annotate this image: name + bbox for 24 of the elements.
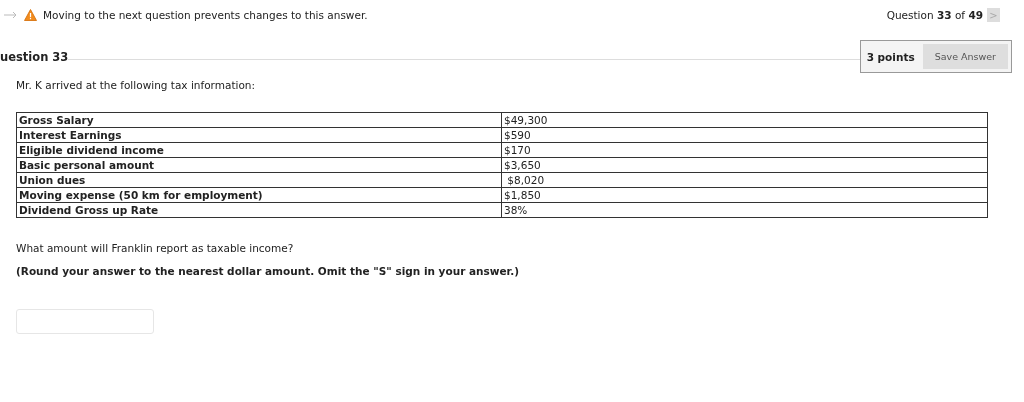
answer-field[interactable] — [16, 309, 154, 334]
table-cell: Union dues — [16, 172, 502, 188]
question-prompt: What amount will Franklin report as taxable income? — [16, 242, 295, 254]
table-cell: Interest Earnings — [16, 127, 502, 143]
table-cell: $1,850 — [501, 187, 988, 203]
table-cell: $170 — [501, 142, 988, 158]
table-cell: $3,650 — [501, 157, 988, 173]
table-cell: Dividend Gross up Rate — [16, 202, 502, 218]
table-cell: $8,020 — [501, 172, 988, 188]
warning-message: Moving to the next question prevents changes to this answer. — [43, 9, 368, 21]
arrow-icon — [4, 11, 18, 19]
question-title: uestion 33 — [0, 49, 69, 64]
answer-instruction: (Round your answer to the nearest dollar amount. Omit the "S" sign in your answer.) — [16, 265, 521, 277]
table-cell: Basic personal amount — [16, 157, 502, 173]
table-cell: Moving expense (50 km for employment) — [16, 187, 502, 203]
warning-icon — [24, 9, 37, 21]
question-intro: Mr. K arrived at the following tax information: — [16, 79, 257, 91]
table-cell: Eligible dividend income — [16, 142, 502, 158]
points-label: 3 points — [866, 50, 915, 63]
table-cell: Gross Salary — [16, 112, 502, 128]
table-cell: 38% — [501, 202, 988, 218]
table-cell: $590 — [501, 127, 988, 143]
table-cell: $49,300 — [501, 112, 988, 128]
save-answer-button[interactable]: Save Answer — [922, 44, 1008, 69]
